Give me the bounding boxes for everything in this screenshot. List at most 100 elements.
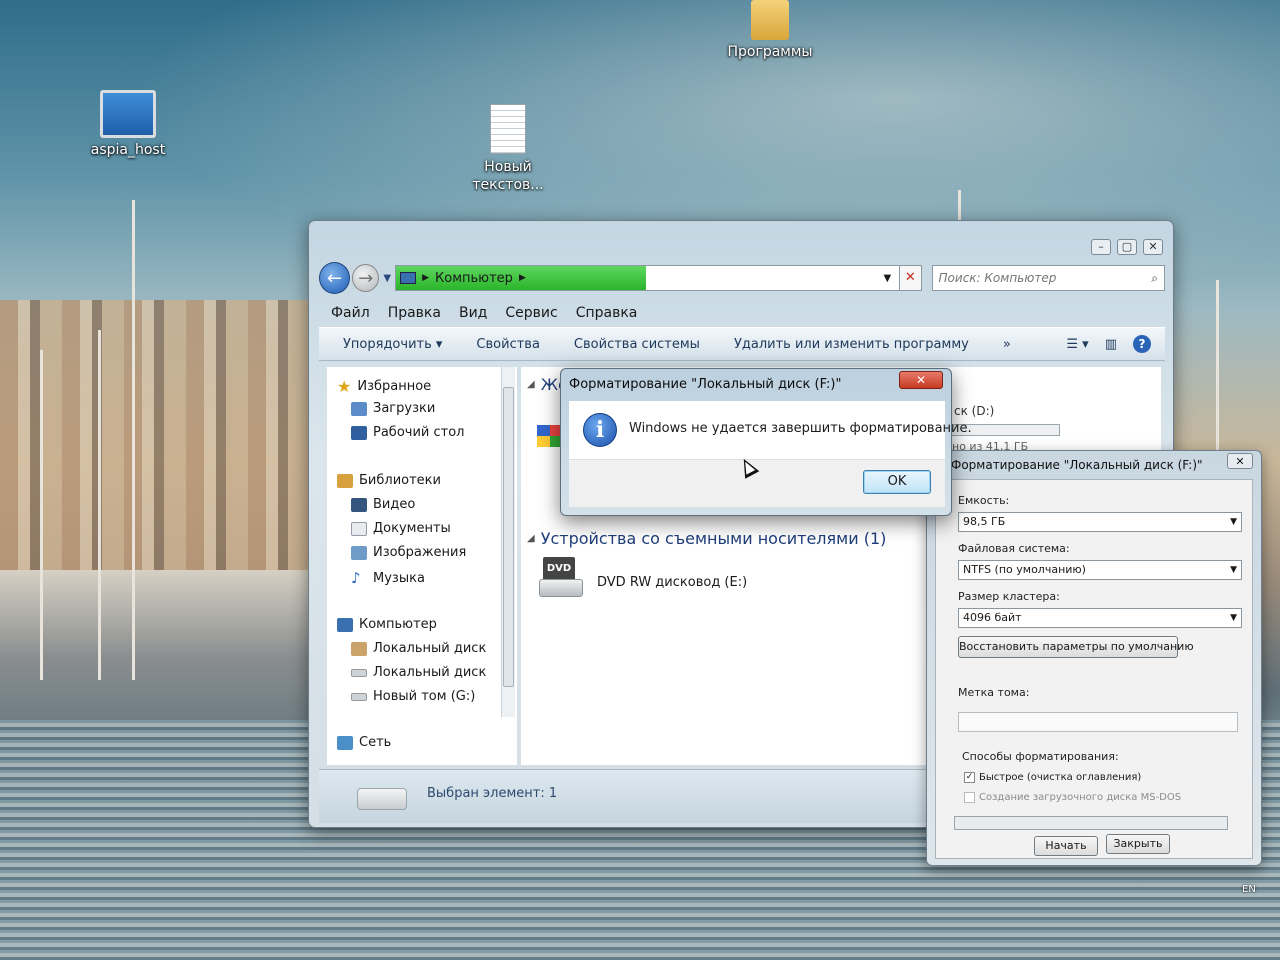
dvd-drive-label[interactable]: DVD RW дисковод (E:) [597,575,747,590]
back-button[interactable]: ← [319,262,351,294]
start-button[interactable]: Начать [1034,836,1098,856]
nav-computer[interactable]: Компьютер [337,617,437,632]
system-properties-button[interactable]: Свойства системы [574,337,700,352]
menu-tools[interactable]: Сервис [505,305,557,321]
address-dropdown-icon[interactable]: ▼ [883,273,891,284]
quick-format-label: Быстрое (очистка оглавления) [979,772,1142,783]
nav-label: Локальный диск [373,665,487,680]
nav-item-pictures[interactable]: Изображения [351,545,466,560]
forward-button[interactable]: → [352,264,380,292]
disk-icon [351,692,367,701]
menu-file[interactable]: Файл [331,305,370,321]
monitor-icon [100,90,156,138]
nav-item-desktop[interactable]: Рабочий стол [351,425,464,440]
nav-label: Загрузки [373,401,436,416]
capacity-value: 98,5 ГБ [963,515,1006,528]
nav-scrollbar[interactable] [501,367,515,717]
restore-defaults-button[interactable]: Восстановить параметры по умолчанию [958,636,1194,658]
status-text: Выбран элемент: 1 [427,786,558,801]
language-indicator[interactable]: EN [1242,884,1256,895]
minimize-button[interactable]: – [1091,239,1111,255]
uninstall-program-button[interactable]: Удалить или изменить программу [734,337,969,352]
desktop-mast [98,330,101,680]
chevron-down-icon: ▼ [1230,565,1237,575]
dvd-drive-icon[interactable]: DVD [539,557,585,601]
message-box-body: i Windows не удается завершить форматиро… [569,401,972,459]
nav-label: Компьютер [359,617,437,632]
breadcrumb-separator-icon: ▶ [518,273,526,283]
close-button[interactable]: ✕ [1143,239,1163,255]
menu-help[interactable]: Справка [576,305,638,321]
nav-label: Новый том (G:) [373,689,476,704]
desktop-mast [132,200,135,680]
format-options-label: Способы форматирования: [962,750,1119,763]
nav-label: Документы [373,521,451,536]
filesystem-label: Файловая система: [958,542,1070,555]
menu-edit[interactable]: Правка [388,305,441,321]
scrollbar-thumb[interactable] [503,387,514,687]
search-icon[interactable]: ⌕ [1151,271,1158,286]
collapse-icon[interactable]: ◢ [527,379,535,390]
close-dialog-button[interactable]: Закрыть [1106,834,1170,854]
nav-label: Сеть [359,735,392,750]
menu-bar: Файл Правка Вид Сервис Справка [319,301,1165,325]
group-removable[interactable]: ◢ Устройства со съемными носителями (1) [527,529,886,548]
navigation-bar: ← → ▼ ▶ Компьютер ▶ ▼ ✕ Поиск: Компьютер… [319,261,1165,295]
capacity-select[interactable]: 98,5 ГБ ▼ [958,512,1242,532]
filesystem-select[interactable]: NTFS (по умолчанию) ▼ [958,560,1242,580]
chevron-down-icon: ▼ [1230,517,1237,527]
checkbox-icon [964,792,975,803]
computer-icon [337,617,353,632]
help-icon[interactable]: ? [1133,335,1151,353]
cluster-size-select[interactable]: 4096 байт ▼ [958,608,1242,628]
desktop-icon-new-text[interactable]: Новый текстов... [466,104,550,194]
filesystem-value: NTFS (по умолчанию) [963,563,1086,576]
maximize-button[interactable]: ▢ [1117,239,1137,255]
nav-item-video[interactable]: Видео [351,497,415,512]
history-dropdown-icon[interactable]: ▼ [383,273,391,284]
drive-icon [357,788,407,810]
close-button[interactable]: ✕ [899,371,943,389]
message-text: Windows не удается завершить форматирова… [629,421,972,436]
search-input[interactable]: Поиск: Компьютер ⌕ [931,265,1165,291]
preview-pane-icon[interactable]: ▥ [1105,337,1117,352]
nav-libraries[interactable]: Библиотеки [337,473,441,488]
nav-network[interactable]: Сеть [337,735,391,750]
nav-item-music[interactable]: ♪ Музыка [351,569,425,587]
desktop-icon-label: Новый текстов... [472,159,544,193]
nav-label: Изображения [373,545,467,560]
quick-format-checkbox[interactable]: ✓ Быстрое (очистка оглавления) [964,772,1141,783]
collapse-icon[interactable]: ◢ [527,533,535,544]
desktop-mast [40,350,43,680]
msdos-boot-checkbox[interactable]: Создание загрузочного диска MS-DOS [964,792,1181,803]
nav-favorites[interactable]: ★ Избранное [337,377,431,396]
properties-button[interactable]: Свойства [476,337,540,352]
nav-item-new-volume[interactable]: Новый том (G:) [351,689,475,704]
breadcrumb-computer[interactable]: Компьютер [435,271,513,286]
command-bar: Упорядочить ▾ Свойства Свойства системы … [319,327,1165,361]
ok-button[interactable]: OK [863,470,931,494]
close-button[interactable]: ✕ [1227,453,1253,469]
nav-label: Избранное [357,379,432,394]
cluster-size-value: 4096 байт [963,611,1022,624]
desktop-icon-aspia-host[interactable]: aspia_host [78,90,178,158]
drive-d-label[interactable]: ск (D:) [954,404,994,418]
organize-button[interactable]: Упорядочить ▾ [343,337,442,352]
info-icon: i [583,413,617,447]
cluster-size-label: Размер кластера: [958,590,1060,603]
nav-item-downloads[interactable]: Загрузки [351,401,435,416]
more-commands-button[interactable]: » [1003,337,1011,352]
star-icon: ★ [337,377,352,396]
volume-label-input[interactable] [958,712,1238,732]
nav-label: Видео [373,497,416,512]
nav-item-local-disk[interactable]: Локальный диск [351,665,497,680]
nav-item-documents[interactable]: Документы [351,521,451,536]
address-bar[interactable]: ▶ Компьютер ▶ ▼ [395,265,901,291]
desktop-icon-programs[interactable]: Программы [720,0,820,60]
stop-button[interactable]: ✕ [900,265,922,291]
nav-item-local-disk[interactable]: Локальный диск [351,641,497,656]
format-progress-bar [954,816,1228,830]
menu-view[interactable]: Вид [459,305,487,321]
desktop-marina [0,570,330,730]
view-options-icon[interactable]: ☰ ▾ [1066,337,1088,352]
